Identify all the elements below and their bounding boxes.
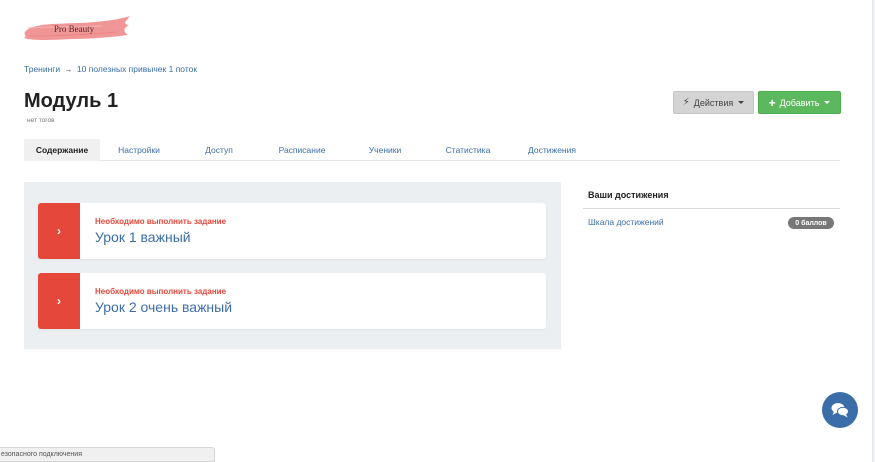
lesson-status: Необходимо выполнить задание: [95, 287, 227, 296]
lesson-body: Необходимо выполнить задание Урок 1 важн…: [80, 203, 226, 259]
logo-text: Pro Beauty: [53, 24, 95, 34]
breadcrumb-separator: →: [64, 65, 73, 74]
tab-content[interactable]: Содержание: [24, 139, 100, 161]
lesson-body: Необходимо выполнить задание Урок 2 очен…: [80, 273, 232, 329]
breadcrumb-link-course[interactable]: 10 полезных привычек 1 поток: [77, 64, 197, 74]
lesson-card[interactable]: › Необходимо выполнить задание Урок 1 ва…: [38, 203, 546, 259]
caret-down-icon: [824, 101, 831, 104]
logo[interactable]: Pro Beauty: [22, 14, 132, 44]
achievements-scale-link[interactable]: Шкала достижений: [588, 217, 664, 227]
tab-access[interactable]: Доступ: [178, 139, 260, 161]
lessons-panel: › Необходимо выполнить задание Урок 1 ва…: [24, 182, 561, 349]
lesson-status: Необходимо выполнить задание: [95, 217, 227, 226]
chat-bubbles-icon: [831, 403, 849, 418]
plus-icon: +: [768, 95, 776, 110]
add-label: Добавить: [779, 97, 820, 108]
module-tabs: Содержание Настройки Доступ Расписание У…: [24, 139, 840, 161]
actions-dropdown-button[interactable]: ⚡︎ Действия: [673, 91, 754, 114]
actions-label: Действия: [693, 97, 734, 108]
chat-button[interactable]: [822, 392, 858, 428]
lesson-title[interactable]: Урок 2 очень важный: [95, 299, 232, 315]
achievements-title: Ваши достижения: [588, 190, 669, 200]
caret-down-icon: [738, 101, 745, 104]
breadcrumb-link-trainings[interactable]: Тренинги: [24, 64, 60, 74]
points-badge: 0 баллов: [788, 217, 834, 229]
tab-statistics[interactable]: Статистика: [426, 139, 510, 161]
chevron-right-icon: ›: [38, 273, 80, 329]
page-title: Модуль 1: [24, 90, 119, 112]
tab-achievements[interactable]: Достижения: [510, 139, 594, 161]
page-subtitle: нет тогов: [27, 117, 55, 124]
achievements-divider: [583, 208, 840, 209]
tab-settings[interactable]: Настройки: [100, 139, 178, 161]
lesson-title[interactable]: Урок 1 важный: [95, 229, 226, 245]
tab-schedule[interactable]: Расписание: [260, 139, 344, 161]
add-dropdown-button[interactable]: + Добавить: [758, 91, 841, 114]
chevron-right-icon: ›: [38, 203, 80, 259]
tab-students[interactable]: Ученики: [344, 139, 426, 161]
browser-status-bar: езопасного подключения: [0, 447, 215, 462]
breadcrumb: Тренинги → 10 полезных привычек 1 поток: [24, 64, 197, 74]
lesson-card[interactable]: › Необходимо выполнить задание Урок 2 оч…: [38, 273, 546, 329]
bolt-icon: ⚡︎: [682, 96, 690, 108]
